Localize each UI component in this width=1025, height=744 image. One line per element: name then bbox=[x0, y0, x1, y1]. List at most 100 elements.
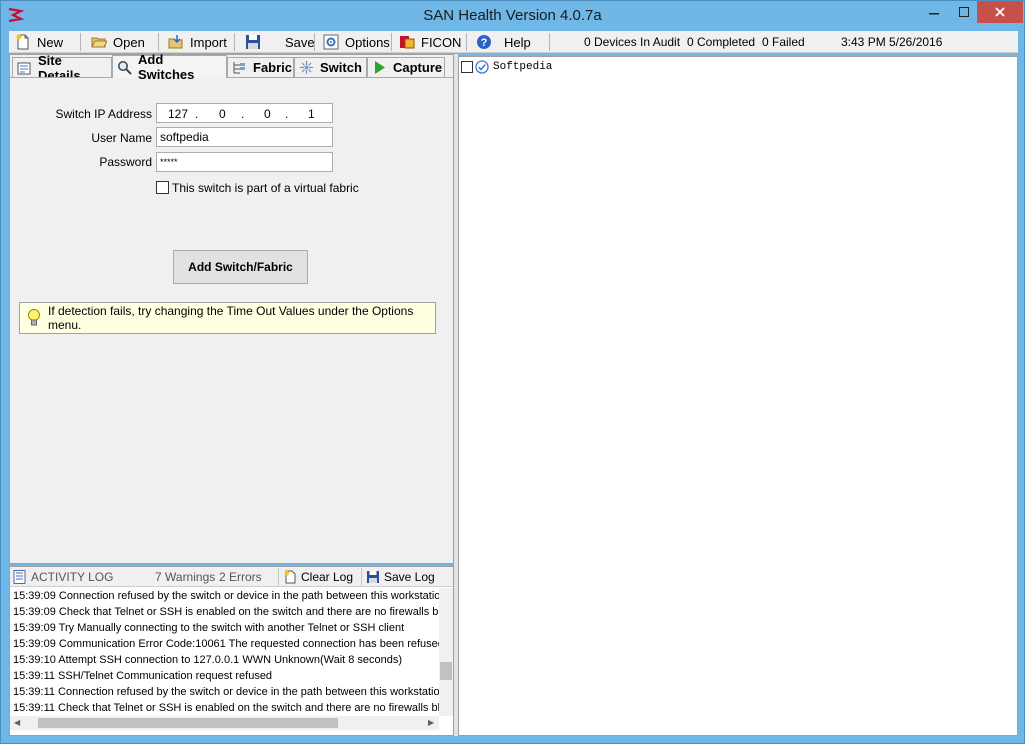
save-disk-icon bbox=[246, 35, 260, 49]
svg-text:?: ? bbox=[481, 37, 488, 49]
log-horizontal-scrollbar[interactable]: ◀ ▶ bbox=[10, 716, 439, 730]
save-button[interactable]: Save bbox=[245, 32, 315, 52]
completed-count: 0 Completed bbox=[687, 35, 756, 49]
options-button[interactable]: Options bbox=[323, 32, 390, 52]
log-vertical-scrollbar[interactable] bbox=[439, 588, 453, 716]
options-icon bbox=[323, 34, 339, 50]
ip-dot: . bbox=[241, 107, 245, 121]
password-input[interactable]: ***** bbox=[156, 152, 333, 172]
toolbar-separator bbox=[80, 33, 81, 51]
switch-icon bbox=[300, 61, 313, 74]
activity-log-label: ACTIVITY LOG bbox=[31, 570, 114, 584]
lightbulb-icon bbox=[28, 309, 40, 326]
open-button[interactable]: Open bbox=[91, 32, 145, 52]
tab-site-details[interactable]: Site Details bbox=[12, 53, 112, 83]
minimize-button[interactable] bbox=[919, 1, 949, 23]
play-icon bbox=[375, 61, 385, 74]
tab-add-switches[interactable]: Add Switches bbox=[112, 52, 227, 82]
ficon-button[interactable]: FICON bbox=[399, 32, 461, 52]
help-icon: ? bbox=[477, 35, 491, 49]
user-name-label: User Name bbox=[91, 131, 152, 145]
save-log-label: Save Log bbox=[384, 570, 435, 584]
help-button[interactable]: ? Help bbox=[476, 32, 531, 52]
failed-count: 0 Failed bbox=[762, 35, 805, 49]
save-disk-icon bbox=[367, 571, 379, 583]
errors-count: 2 Errors bbox=[219, 570, 262, 584]
scroll-left-arrow-icon[interactable]: ◀ bbox=[14, 718, 20, 727]
ip-dot: . bbox=[285, 107, 289, 121]
hint-text: If detection fails, try changing the Tim… bbox=[48, 304, 414, 332]
open-folder-icon bbox=[91, 37, 107, 48]
virtual-fabric-checkbox[interactable] bbox=[156, 181, 169, 194]
activity-log-list[interactable]: 15:39:09 Connection refused by the switc… bbox=[13, 588, 439, 716]
site-details-icon bbox=[17, 62, 31, 75]
tree-item[interactable]: Softpedia bbox=[461, 59, 552, 75]
activity-log-panel: ACTIVITY LOG 7 Warnings 2 Errors Clear L… bbox=[9, 566, 454, 736]
tab-label: Add Switches bbox=[138, 52, 195, 82]
open-label: Open bbox=[113, 34, 145, 50]
tree-item-label: Softpedia bbox=[493, 61, 553, 73]
tab-label: Capture bbox=[393, 60, 443, 75]
toolbar: New Open Import Save Options FICON ? Hel… bbox=[9, 31, 1018, 53]
ip-octet-1: 127 bbox=[168, 107, 189, 121]
user-name-input[interactable]: softpedia bbox=[156, 127, 333, 147]
add-switch-fabric-button[interactable]: Add Switch/Fabric bbox=[173, 250, 308, 284]
import-icon bbox=[168, 35, 183, 49]
scrollbar-thumb[interactable] bbox=[38, 718, 338, 728]
scrollbar-thumb[interactable] bbox=[440, 662, 452, 680]
add-switches-panel: Switch IP Address 127 . 0 . 0 . 1 User N… bbox=[10, 77, 453, 563]
clock-date: 5/26/2016 bbox=[889, 35, 943, 49]
ip-octet-4: 1 bbox=[308, 107, 315, 121]
minimize-icon bbox=[929, 13, 939, 15]
hint-box: If detection fails, try changing the Tim… bbox=[19, 302, 436, 334]
toolbar-separator bbox=[314, 33, 315, 51]
save-label: Save bbox=[285, 34, 315, 50]
log-line: 15:39:10 Attempt SSH connection to 127.0… bbox=[13, 654, 403, 666]
switch-ip-input[interactable]: 127 . 0 . 0 . 1 bbox=[156, 103, 333, 123]
ficon-icon bbox=[400, 36, 415, 49]
ip-octet-2: 0 bbox=[219, 107, 226, 121]
tab-switch[interactable]: Switch bbox=[294, 57, 367, 77]
help-label: Help bbox=[504, 34, 531, 50]
close-button[interactable] bbox=[977, 1, 1023, 23]
options-label: Options bbox=[345, 34, 390, 50]
log-line: 15:39:11 SSH/Telnet Communication reques… bbox=[13, 670, 273, 682]
log-line: 15:39:09 Check that Telnet or SSH is ena… bbox=[13, 606, 439, 618]
toolbar-separator bbox=[549, 33, 550, 51]
toolbar-separator bbox=[466, 33, 467, 51]
toolbar-separator bbox=[391, 33, 392, 51]
fabric-icon bbox=[233, 62, 245, 74]
window-title: SAN Health Version 4.0.7a bbox=[423, 7, 602, 24]
tab-fabric[interactable]: Fabric bbox=[227, 57, 294, 77]
virtual-fabric-label: This switch is part of a virtual fabric bbox=[172, 181, 359, 195]
tab-strip: Site Details Add Switches Fabric Switch bbox=[10, 52, 453, 83]
log-list-icon bbox=[13, 570, 26, 584]
clear-log-icon bbox=[284, 570, 296, 584]
search-icon bbox=[118, 60, 132, 75]
toolbar-separator bbox=[234, 33, 235, 51]
log-line: 15:39:11 Connection refused by the switc… bbox=[13, 686, 439, 698]
new-button[interactable]: New bbox=[15, 32, 63, 52]
tab-label: Switch bbox=[320, 60, 362, 75]
new-file-icon bbox=[16, 34, 29, 50]
close-icon bbox=[995, 7, 1005, 17]
clear-log-button[interactable]: Clear Log bbox=[278, 568, 353, 586]
ficon-label: FICON bbox=[421, 34, 462, 50]
clear-log-label: Clear Log bbox=[301, 570, 354, 584]
log-line: 15:39:09 Try Manually connecting to the … bbox=[13, 622, 405, 634]
tree-item-checkbox[interactable] bbox=[461, 61, 473, 73]
scroll-right-arrow-icon[interactable]: ▶ bbox=[428, 718, 434, 727]
new-label: New bbox=[37, 34, 64, 50]
activity-log-title: ACTIVITY LOG bbox=[13, 570, 113, 584]
maximize-button[interactable] bbox=[949, 1, 979, 23]
tab-capture[interactable]: Capture bbox=[367, 57, 445, 77]
save-log-button[interactable]: Save Log bbox=[361, 568, 435, 586]
app-window: SAN Health Version 4.0.7a New Open Impor… bbox=[0, 0, 1025, 744]
password-label: Password bbox=[99, 155, 152, 169]
import-button[interactable]: Import bbox=[168, 32, 227, 52]
import-label: Import bbox=[190, 34, 227, 50]
device-tree-panel[interactable]: Softpedia bbox=[458, 56, 1018, 736]
log-line: 15:39:09 Connection refused by the switc… bbox=[13, 590, 439, 602]
ip-dot: . bbox=[195, 107, 199, 121]
title-bar[interactable]: SAN Health Version 4.0.7a bbox=[1, 1, 1024, 31]
